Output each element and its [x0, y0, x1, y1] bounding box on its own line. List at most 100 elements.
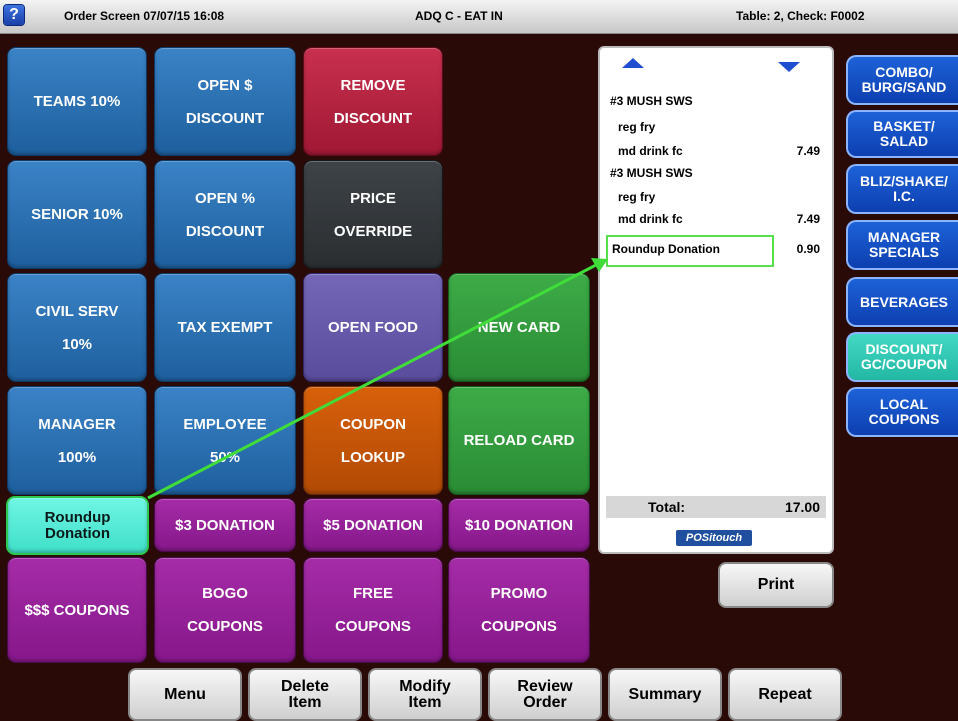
category-local-coupons[interactable]: LOCAL COUPONS [846, 387, 958, 437]
menu-button[interactable]: Menu [128, 668, 242, 721]
button-label: BOGO [202, 585, 248, 602]
senior-discount-button[interactable]: SENIOR 10% [7, 160, 147, 269]
open-dollar-discount-button[interactable]: OPEN $ DISCOUNT [154, 47, 296, 156]
title-bar: ? Order Screen 07/07/15 16:08 ADQ C - EA… [0, 0, 958, 34]
total-value: 17.00 [784, 499, 820, 515]
category-label: GC/COUPON [860, 356, 948, 372]
scroll-up-icon[interactable] [622, 58, 644, 68]
tax-exempt-button[interactable]: TAX EXEMPT [154, 273, 296, 382]
category-basket-salad[interactable]: BASKET/ SALAD [846, 110, 958, 158]
receipt-line[interactable]: Roundup Donation [612, 242, 720, 256]
button-label: PROMO [490, 585, 548, 602]
promo-coupons-button[interactable]: PROMO COUPONS [448, 557, 590, 663]
button-label: EMPLOYEE [183, 415, 267, 433]
new-card-button[interactable]: NEW CARD [448, 273, 590, 382]
free-coupons-button[interactable]: FREE COUPONS [303, 557, 443, 663]
button-label: Delete [280, 677, 330, 695]
coupons-button[interactable]: $$$ COUPONS [7, 557, 147, 663]
button-label: OPEN FOOD [327, 319, 418, 336]
open-percent-discount-button[interactable]: OPEN % DISCOUNT [154, 160, 296, 269]
button-label: COUPON [340, 415, 406, 433]
teams-discount-button[interactable]: TEAMS 10% [7, 47, 147, 156]
button-label: OPEN % [194, 189, 255, 207]
category-label: BEVERAGES [860, 293, 948, 310]
price-override-button[interactable]: PRICE OVERRIDE [303, 160, 443, 269]
help-icon[interactable]: ? [4, 5, 24, 25]
button-label: SENIOR 10% [31, 206, 123, 223]
summary-button[interactable]: Summary [608, 668, 722, 721]
order-mode: ADQ C - EAT IN [415, 9, 503, 23]
order-receipt: #3 MUSH SWS reg fry md drink fc 7.49 #3 … [598, 46, 834, 554]
category-label: MANAGER [867, 229, 941, 245]
reload-card-button[interactable]: RELOAD CARD [448, 386, 590, 495]
coupon-lookup-button[interactable]: COUPON LOOKUP [303, 386, 443, 495]
manager-discount-button[interactable]: MANAGER 100% [7, 386, 147, 495]
category-label: DISCOUNT/ [865, 341, 943, 357]
donation-3-button[interactable]: $3 DONATION [154, 498, 296, 552]
donation-5-button[interactable]: $5 DONATION [303, 498, 443, 552]
receipt-price: 0.90 [796, 242, 820, 256]
button-label: 10% [61, 335, 93, 353]
button-label: Item [288, 693, 322, 711]
category-label: BASKET/ [873, 118, 935, 134]
category-label: COMBO/ [875, 64, 933, 80]
button-label: 100% [57, 448, 97, 466]
category-label: SALAD [879, 133, 929, 149]
button-label: $$$ COUPONS [24, 601, 130, 619]
button-label: $5 DONATION [323, 516, 423, 534]
receipt-line[interactable]: reg fry [618, 190, 655, 204]
button-label: Donation [45, 524, 110, 542]
button-label: MANAGER [38, 415, 116, 433]
category-label: SPECIALS [868, 244, 939, 260]
open-food-button[interactable]: OPEN FOOD [303, 273, 443, 382]
button-label: FREE [352, 585, 393, 602]
button-label: TEAMS 10% [33, 93, 121, 110]
roundup-donation-button[interactable]: Roundup Donation [6, 496, 149, 555]
bogo-coupons-button[interactable]: BOGO COUPONS [154, 557, 296, 663]
button-label: OVERRIDE [333, 222, 413, 240]
button-label: NEW CARD [477, 319, 561, 336]
button-label: Print [757, 576, 795, 593]
button-label: DISCOUNT [333, 109, 413, 127]
receipt-line[interactable]: #3 MUSH SWS [610, 166, 693, 180]
category-label: BLIZ/SHAKE/ [860, 173, 948, 189]
print-button[interactable]: Print [718, 562, 834, 608]
button-label: Order [523, 693, 567, 711]
positouch-logo: POSitouch [676, 530, 752, 546]
category-bliz-shake-ic[interactable]: BLIZ/SHAKE/ I.C. [846, 164, 958, 214]
employee-discount-button[interactable]: EMPLOYEE 50% [154, 386, 296, 495]
delete-item-button[interactable]: Delete Item [248, 668, 362, 721]
category-label: I.C. [893, 188, 915, 204]
button-label: DISCOUNT [185, 109, 265, 127]
button-label: Item [408, 693, 442, 711]
donation-10-button[interactable]: $10 DONATION [448, 498, 590, 552]
button-label: $10 DONATION [464, 516, 574, 534]
total-label: Total: [648, 499, 686, 515]
receipt-line[interactable]: reg fry [618, 120, 655, 134]
button-label: DISCOUNT [185, 222, 265, 240]
receipt-line[interactable]: md drink fc [618, 212, 683, 226]
category-manager-specials[interactable]: MANAGER SPECIALS [846, 220, 958, 270]
button-label: Summary [628, 685, 702, 703]
button-label: COUPONS [481, 618, 557, 635]
civil-serv-discount-button[interactable]: CIVIL SERV 10% [7, 273, 147, 382]
modify-item-button[interactable]: Modify Item [368, 668, 482, 721]
category-label: LOCAL [879, 396, 929, 412]
total-bar: Total: 17.00 [606, 496, 826, 518]
category-label: COUPONS [868, 411, 940, 427]
receipt-price: 7.49 [796, 212, 820, 226]
repeat-button[interactable]: Repeat [728, 668, 842, 721]
category-label: BURG/SAND [861, 79, 947, 95]
button-label: $3 DONATION [175, 516, 275, 534]
remove-discount-button[interactable]: REMOVE DISCOUNT [303, 47, 443, 156]
button-label: 50% [209, 448, 241, 466]
category-discount-gc-coupon[interactable]: DISCOUNT/ GC/COUPON [846, 332, 958, 382]
table-check: Table: 2, Check: F0002 [736, 9, 865, 23]
button-label: COUPONS [335, 618, 411, 635]
category-combo-burg-sand[interactable]: COMBO/ BURG/SAND [846, 55, 958, 105]
receipt-line[interactable]: #3 MUSH SWS [610, 94, 693, 108]
receipt-line[interactable]: md drink fc [618, 144, 683, 158]
category-beverages[interactable]: BEVERAGES [846, 277, 958, 327]
review-order-button[interactable]: Review Order [488, 668, 602, 721]
scroll-down-icon[interactable] [778, 62, 800, 72]
